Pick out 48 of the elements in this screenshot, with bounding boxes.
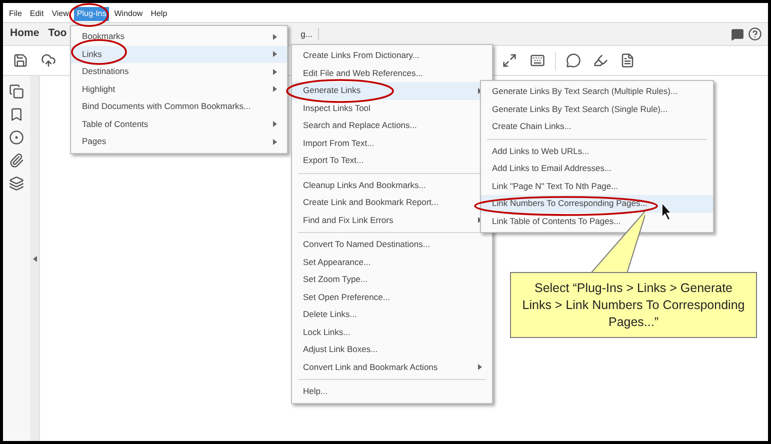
tab[interactable]: Home bbox=[10, 26, 40, 42]
menubar-item[interactable]: Help bbox=[148, 7, 170, 21]
paperclip-icon[interactable] bbox=[9, 153, 24, 168]
menu-item[interactable]: Set Zoom Type... bbox=[292, 271, 492, 288]
menu-item[interactable]: Edit File and Web References... bbox=[292, 64, 492, 82]
menu-item[interactable]: Adjust Link Boxes... bbox=[292, 341, 492, 358]
menu-item[interactable]: Set Open Preference... bbox=[292, 288, 492, 306]
menu-item[interactable]: Bookmarks bbox=[71, 28, 287, 46]
menu-item[interactable]: Delete Links... bbox=[292, 306, 492, 324]
menubar-item[interactable]: Window bbox=[111, 7, 146, 21]
document-icon[interactable] bbox=[620, 53, 635, 68]
menubar-item[interactable]: Edit bbox=[26, 7, 47, 21]
comment-icon[interactable] bbox=[731, 28, 744, 40]
tab[interactable]: Too bbox=[48, 26, 67, 42]
save-icon[interactable] bbox=[13, 53, 28, 68]
comment-bubble-icon[interactable] bbox=[566, 53, 581, 68]
menu-item[interactable]: Pages bbox=[71, 133, 287, 150]
highlight-ellipse bbox=[69, 3, 109, 27]
menu-item[interactable]: Link Table of Contents To Pages... bbox=[481, 212, 713, 230]
menu-item[interactable]: Generate Links By Text Search (Single Rule)... bbox=[481, 100, 713, 118]
menu-item[interactable]: Lock Links... bbox=[292, 324, 492, 341]
menu-item[interactable]: Create Chain Links... bbox=[481, 118, 713, 136]
pages-icon[interactable] bbox=[9, 84, 24, 99]
menu-item[interactable]: Create Links From Dictionary... bbox=[292, 47, 492, 64]
menu-item[interactable]: Link "Page N" Text To Nth Page... bbox=[481, 178, 713, 195]
mouse-cursor-icon bbox=[662, 202, 672, 221]
menu-item[interactable]: Help... bbox=[292, 383, 492, 400]
menu-item[interactable]: Convert Link and Bookmark Actions bbox=[292, 358, 492, 376]
menu-item[interactable]: Convert To Named Destinations... bbox=[292, 236, 492, 254]
menu-item[interactable]: Table of Contents bbox=[71, 116, 287, 133]
menu-item[interactable]: Highlight bbox=[71, 80, 287, 98]
help-icon[interactable] bbox=[748, 27, 762, 41]
menu-item[interactable]: Add Links to Web URLs... bbox=[481, 142, 713, 160]
highlighter-icon[interactable] bbox=[593, 53, 608, 68]
bookmark-icon[interactable] bbox=[9, 107, 24, 122]
menu-item[interactable]: Bind Documents with Common Bookmarks... bbox=[71, 98, 287, 116]
menu-item[interactable]: Set Appearance... bbox=[292, 254, 492, 271]
upload-icon[interactable] bbox=[41, 53, 56, 68]
menu-item[interactable]: Destinations bbox=[71, 63, 287, 80]
menu-item[interactable]: Add Links to Email Addresses... bbox=[481, 160, 713, 178]
target-icon[interactable] bbox=[9, 130, 24, 145]
expand-icon[interactable] bbox=[502, 53, 517, 68]
menu-item[interactable]: Links bbox=[71, 46, 287, 63]
keyboard-icon[interactable] bbox=[530, 53, 545, 68]
menubar-item[interactable]: File bbox=[6, 7, 25, 21]
menubar-item[interactable]: View bbox=[48, 7, 72, 21]
layers-icon[interactable] bbox=[9, 176, 24, 191]
highlight-ellipse bbox=[71, 39, 127, 65]
